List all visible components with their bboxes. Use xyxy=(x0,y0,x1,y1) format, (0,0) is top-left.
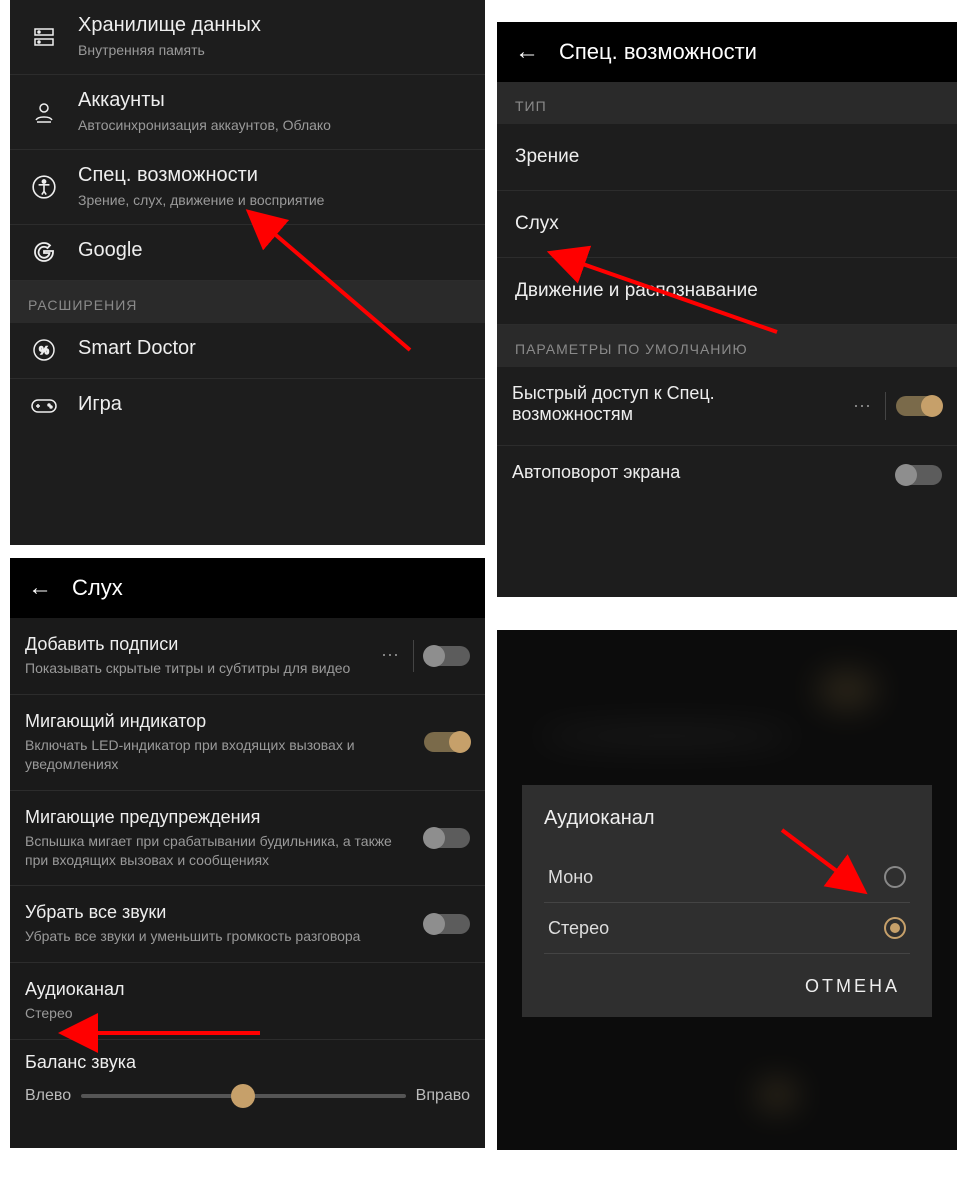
option-stereo[interactable]: Стерео xyxy=(544,903,910,954)
audio-channel-title: Аудиоканал xyxy=(25,979,470,1000)
flash-led-row[interactable]: Мигающий индикатор Включать LED-индикато… xyxy=(10,695,485,791)
page-title: Спец. возможности xyxy=(559,39,757,65)
flash-led-toggle[interactable] xyxy=(424,732,470,752)
page-title: Слух xyxy=(72,575,123,601)
option-mono[interactable]: Моно xyxy=(544,852,910,903)
dialog-title: Аудиоканал xyxy=(544,807,910,830)
smart-doctor-item[interactable]: % Smart Doctor xyxy=(10,323,485,379)
captions-sub: Показывать скрытые титры и субтитры для … xyxy=(25,659,367,678)
storage-item[interactable]: Хранилище данных Внутренняя память xyxy=(10,0,485,75)
captions-title: Добавить подписи xyxy=(25,634,367,655)
accounts-title: Аккаунты xyxy=(78,89,467,112)
captions-row[interactable]: Добавить подписи Показывать скрытые титр… xyxy=(10,618,485,695)
smartdoctor-title: Smart Doctor xyxy=(78,337,467,360)
accessibility-sub: Зрение, слух, движение и восприятие xyxy=(78,191,467,210)
captions-toggle[interactable] xyxy=(424,646,470,666)
mute-all-title: Убрать все звуки xyxy=(25,902,414,923)
extensions-header: РАСШИРЕНИЯ xyxy=(10,281,485,323)
accessibility-title: Спец. возможности xyxy=(78,164,467,187)
google-item[interactable]: Google xyxy=(10,225,485,281)
audio-channel-dialog: Аудиоканал Моно Стерео ОТМЕНА xyxy=(522,785,932,1017)
game-title: Игра xyxy=(78,393,467,416)
audio-channel-value: Стерео xyxy=(25,1004,470,1023)
svg-text:%: % xyxy=(39,345,49,357)
audio-channel-row[interactable]: Аудиоканал Стерео xyxy=(10,963,485,1040)
radio-icon[interactable] xyxy=(884,866,906,888)
flash-alerts-row[interactable]: Мигающие предупреждения Вспышка мигает п… xyxy=(10,791,485,887)
smartdoctor-icon: % xyxy=(28,338,60,362)
game-item[interactable]: Игра xyxy=(10,379,485,446)
balance-left-label: Влево xyxy=(25,1087,71,1105)
motion-item[interactable]: Движение и распознавание xyxy=(497,258,957,325)
balance-slider[interactable]: Влево Вправо xyxy=(10,1077,485,1123)
vision-item[interactable]: Зрение xyxy=(497,124,957,191)
type-header: ТИП xyxy=(497,82,957,124)
mute-all-row[interactable]: Убрать все звуки Убрать все звуки и умен… xyxy=(10,886,485,963)
quick-access-toggle[interactable] xyxy=(896,396,942,416)
accounts-sub: Автосинхронизация аккаунтов, Облако xyxy=(78,116,467,135)
accounts-item[interactable]: Аккаунты Автосинхронизация аккаунтов, Об… xyxy=(10,75,485,150)
google-title: Google xyxy=(78,239,467,262)
radio-icon[interactable] xyxy=(884,917,906,939)
auto-rotate-row[interactable]: Автоповорот экрана xyxy=(497,446,957,503)
balance-title: Баланс звука xyxy=(25,1052,470,1073)
accessibility-icon xyxy=(28,174,60,200)
accounts-icon xyxy=(28,100,60,124)
mute-all-sub: Убрать все звуки и уменьшить громкость р… xyxy=(25,927,414,946)
mute-all-toggle[interactable] xyxy=(424,914,470,934)
flash-led-sub: Включать LED-индикатор при входящих вызо… xyxy=(25,736,414,774)
hearing-item[interactable]: Слух xyxy=(497,191,957,258)
auto-rotate-toggle[interactable] xyxy=(896,465,942,485)
more-icon[interactable]: ⋯ xyxy=(377,645,403,666)
quick-access-label: Быстрый доступ к Спец. возможностям xyxy=(512,383,839,425)
storage-title: Хранилище данных xyxy=(78,14,467,37)
quick-access-row[interactable]: Быстрый доступ к Спец. возможностям ⋯ xyxy=(497,367,957,446)
cancel-button[interactable]: ОТМЕНА xyxy=(795,966,910,1007)
flash-alerts-title: Мигающие предупреждения xyxy=(25,807,414,828)
back-icon[interactable]: ← xyxy=(28,574,52,602)
flash-alerts-toggle[interactable] xyxy=(424,828,470,848)
back-icon[interactable]: ← xyxy=(515,38,539,66)
google-icon xyxy=(28,240,60,264)
flash-led-title: Мигающий индикатор xyxy=(25,711,414,732)
balance-right-label: Вправо xyxy=(416,1087,470,1105)
flash-alerts-sub: Вспышка мигает при срабатывании будильни… xyxy=(25,832,414,870)
more-icon[interactable]: ⋯ xyxy=(849,396,875,417)
storage-icon xyxy=(28,25,60,49)
storage-sub: Внутренняя память xyxy=(78,41,467,60)
defaults-header: ПАРАМЕТРЫ ПО УМОЛЧАНИЮ xyxy=(497,325,957,367)
auto-rotate-label: Автоповорот экрана xyxy=(512,462,886,483)
gamepad-icon xyxy=(28,396,60,416)
accessibility-item[interactable]: Спец. возможности Зрение, слух, движение… xyxy=(10,150,485,225)
